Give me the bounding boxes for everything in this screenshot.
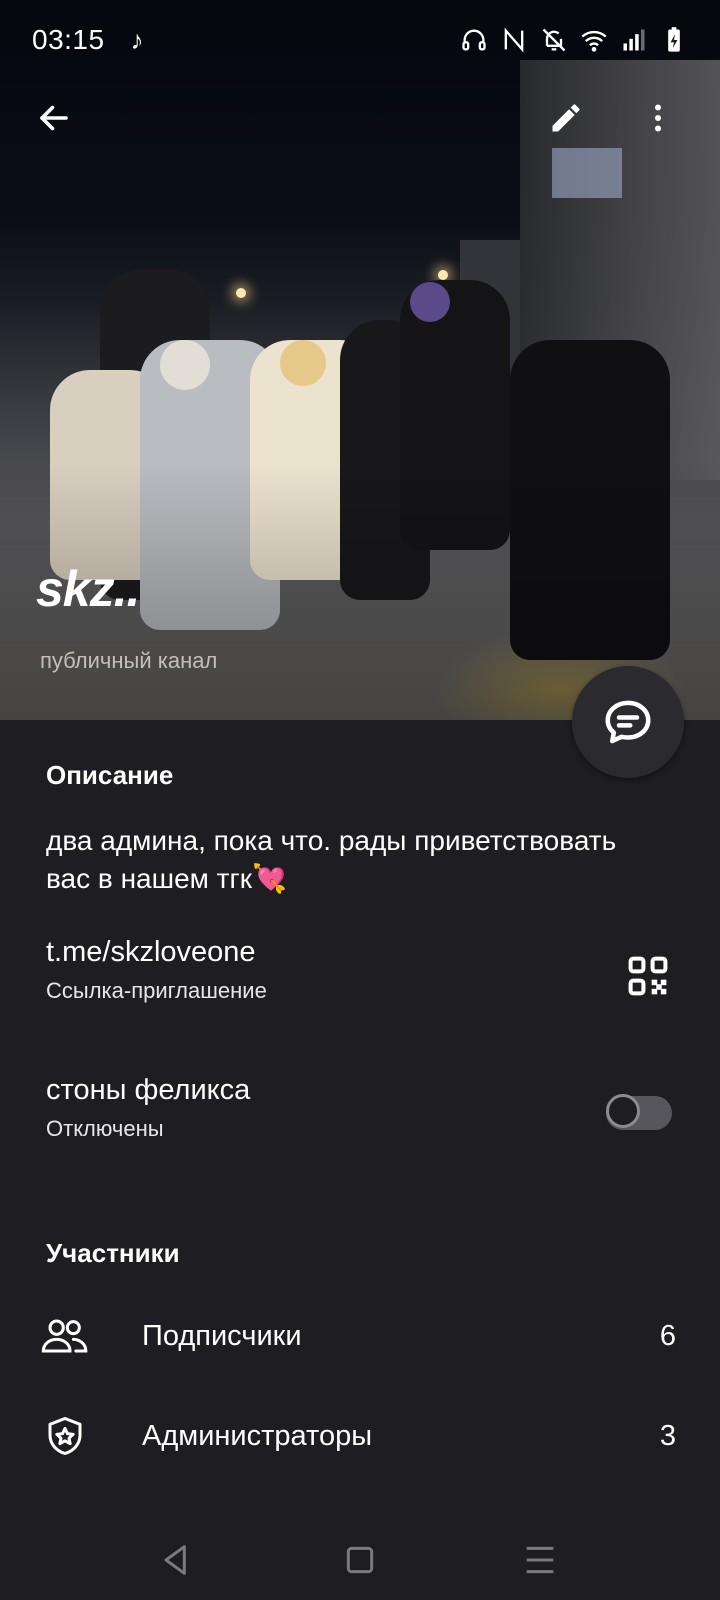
edit-button[interactable] xyxy=(538,90,594,146)
members-heading: Участники xyxy=(46,1238,180,1268)
notifications-toggle[interactable] xyxy=(606,1094,672,1130)
description-text: два админа, пока что. рады приветствоват… xyxy=(46,825,617,894)
invite-link-url[interactable]: t.me/skzloveone xyxy=(46,936,256,969)
back-button[interactable] xyxy=(26,90,82,146)
administrators-label: Администраторы xyxy=(142,1420,373,1452)
open-chat-button[interactable] xyxy=(572,666,684,778)
more-vertical-icon xyxy=(655,104,661,132)
pencil-icon xyxy=(552,104,580,132)
administrators-count: 3 xyxy=(659,1420,676,1452)
status-icons xyxy=(460,26,688,54)
system-navigation-bar xyxy=(0,1520,720,1600)
toggle-knob xyxy=(606,1094,640,1128)
wifi-icon xyxy=(581,30,607,52)
description-heading: Описание xyxy=(46,760,174,790)
administrators-row[interactable]: Администраторы 3 xyxy=(0,1396,720,1476)
headphones-icon xyxy=(462,29,486,51)
status-time: 03:15 xyxy=(32,24,105,55)
subscribers-label: Подписчики xyxy=(142,1320,302,1352)
window-shape xyxy=(552,148,622,198)
channel-name: skz.. xyxy=(36,561,140,617)
admin-shield-icon xyxy=(48,1417,82,1455)
menu-lines-icon[interactable] xyxy=(520,1540,560,1580)
signal-icon xyxy=(623,29,645,51)
subscribers-row[interactable]: Подписчики 6 xyxy=(0,1296,720,1376)
status-bar: 03:15 ♪ xyxy=(0,0,720,80)
notifications-status: Отключены xyxy=(46,1116,164,1141)
chat-bubble-icon xyxy=(605,700,651,744)
subscribers-count: 6 xyxy=(659,1320,676,1352)
more-options-button[interactable] xyxy=(630,90,686,146)
back-triangle-icon[interactable] xyxy=(156,1540,196,1580)
nfc-icon xyxy=(504,27,524,53)
channel-type: публичный канал xyxy=(40,648,218,673)
battery-charging-icon xyxy=(668,27,680,52)
users-icon xyxy=(41,1319,88,1353)
notifications-title: стоны феликса xyxy=(46,1074,251,1106)
home-square-icon[interactable] xyxy=(340,1540,380,1580)
arrow-left-icon xyxy=(40,105,68,131)
qr-code-icon[interactable] xyxy=(626,954,670,998)
music-note-icon: ♪ xyxy=(130,24,144,55)
bell-off-icon xyxy=(542,28,566,52)
invite-link-caption: Ссылка-приглашение xyxy=(46,978,267,1003)
